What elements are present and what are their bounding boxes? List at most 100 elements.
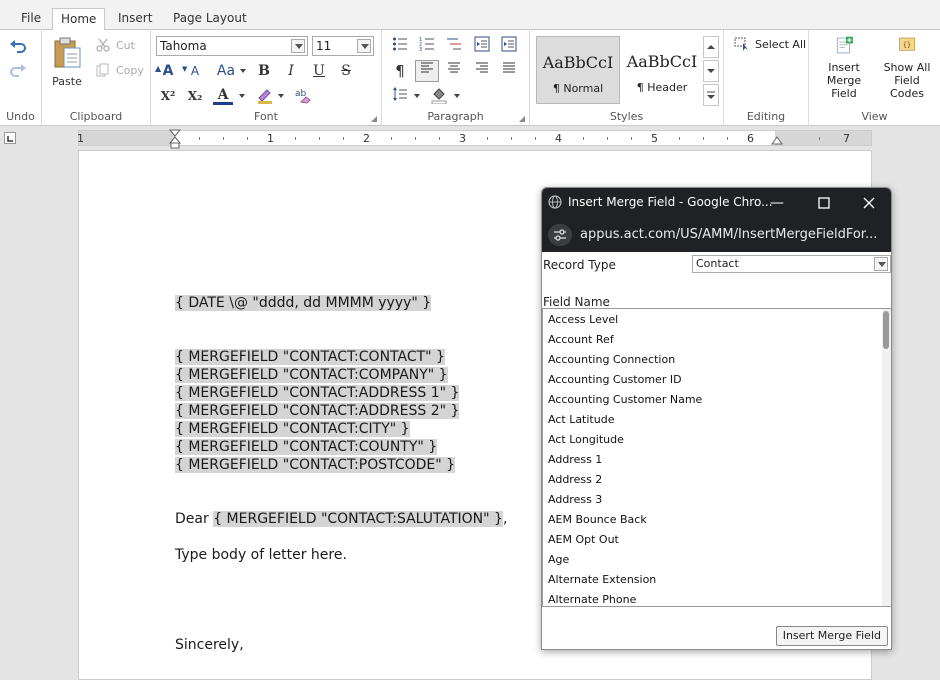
cut-button[interactable]: Cut: [96, 37, 135, 53]
show-formatting-marks-button[interactable]: ¶: [390, 61, 410, 81]
font-dialog-launcher-icon[interactable]: [371, 116, 377, 122]
underline-button[interactable]: U: [309, 61, 329, 81]
tab-insert[interactable]: Insert: [110, 8, 160, 30]
chevron-down-icon[interactable]: [357, 39, 371, 53]
salutation-line[interactable]: Dear { MERGEFIELD "CONTACT:SALUTATION" }…: [175, 511, 507, 527]
multilevel-list-button[interactable]: [444, 36, 464, 56]
list-item[interactable]: Accounting Connection: [548, 353, 675, 366]
shrink-font-button[interactable]: A ▼: [182, 61, 205, 81]
list-item[interactable]: Address 1: [548, 453, 602, 466]
list-item[interactable]: AEM Opt Out: [548, 533, 619, 546]
scissors-icon: [96, 38, 110, 52]
font-color-icon: A: [217, 87, 229, 103]
copy-button[interactable]: Copy: [96, 62, 144, 78]
align-left-button[interactable]: [415, 60, 439, 82]
record-type-select[interactable]: Contact: [692, 255, 891, 273]
font-color-button[interactable]: A: [213, 85, 233, 105]
caret-down-icon[interactable]: [239, 94, 245, 98]
chevron-down-icon[interactable]: [291, 39, 305, 53]
italic-button[interactable]: I: [281, 61, 301, 81]
caret-down-icon[interactable]: [278, 94, 284, 98]
superscript-button[interactable]: X²: [158, 86, 178, 106]
paragraph-dialog-launcher-icon[interactable]: [519, 116, 525, 122]
list-item[interactable]: Address 2: [548, 473, 602, 486]
maximize-button[interactable]: [814, 193, 834, 213]
align-right-button[interactable]: [472, 61, 492, 81]
redo-button[interactable]: [8, 62, 28, 78]
merge-field-county[interactable]: { MERGEFIELD "CONTACT:COUNTY" }: [175, 439, 438, 455]
tab-file[interactable]: File: [13, 8, 49, 30]
merge-field-salutation[interactable]: { MERGEFIELD "CONTACT:SALUTATION" }: [213, 511, 503, 527]
strikethrough-button[interactable]: S: [336, 61, 356, 81]
select-all-button[interactable]: Select All: [734, 36, 806, 52]
change-case-icon: Aa: [216, 63, 236, 79]
list-item[interactable]: Age: [548, 553, 569, 566]
style-header[interactable]: AaBbCcI ¶ Header: [620, 36, 704, 104]
right-indent-marker[interactable]: [771, 135, 783, 145]
show-all-field-codes-button[interactable]: {} Show All Field Codes: [877, 36, 937, 100]
insert-merge-field-submit-button[interactable]: Insert Merge Field: [775, 626, 888, 646]
grow-font-button[interactable]: A ▲: [155, 61, 178, 81]
insert-merge-field-button[interactable]: Insert Merge Field: [813, 36, 875, 100]
tab-stop-selector[interactable]: [4, 132, 16, 144]
align-center-button[interactable]: [444, 61, 464, 81]
minimize-button[interactable]: —: [767, 193, 787, 213]
list-scrollbar[interactable]: [882, 309, 891, 606]
list-item[interactable]: Account Ref: [548, 333, 614, 346]
list-item[interactable]: Alternate Extension: [548, 573, 656, 586]
merge-field-address-2[interactable]: { MERGEFIELD "CONTACT:ADDRESS 2" }: [175, 403, 460, 419]
closing-text[interactable]: Sincerely,: [175, 637, 244, 653]
field-name-list[interactable]: Access Level Account Ref Accounting Conn…: [542, 308, 891, 607]
merge-field-contact[interactable]: { MERGEFIELD "CONTACT:CONTACT" }: [175, 349, 445, 365]
merge-field-city[interactable]: { MERGEFIELD "CONTACT:CITY" }: [175, 421, 410, 437]
list-item[interactable]: Act Longitude: [548, 433, 624, 446]
list-item[interactable]: Accounting Customer Name: [548, 393, 702, 406]
merge-field-postcode[interactable]: { MERGEFIELD "CONTACT:POSTCODE" }: [175, 457, 456, 473]
body-text[interactable]: Type body of letter here.: [175, 547, 347, 563]
font-name-combo[interactable]: Tahoma: [156, 36, 308, 56]
tab-page-layout[interactable]: Page Layout: [165, 8, 255, 30]
style-normal[interactable]: AaBbCcI ¶ Normal: [536, 36, 620, 104]
tab-home[interactable]: Home: [52, 8, 106, 31]
list-item[interactable]: Accounting Customer ID: [548, 373, 682, 386]
shading-button[interactable]: [429, 86, 449, 106]
bold-button[interactable]: B: [254, 61, 274, 81]
styles-scroll-down-button[interactable]: [703, 60, 719, 82]
site-info-button[interactable]: [548, 224, 572, 246]
list-item[interactable]: Act Latitude: [548, 413, 614, 426]
horizontal-ruler[interactable]: 1 1 2 3 4 5 6 7: [77, 129, 872, 149]
line-spacing-button[interactable]: [390, 86, 410, 106]
window-titlebar[interactable]: Insert Merge Field - Google Chro... —: [542, 188, 891, 218]
caret-down-icon[interactable]: [414, 94, 420, 98]
increase-indent-button[interactable]: [499, 36, 519, 56]
paste-button[interactable]: Paste: [50, 34, 84, 90]
date-field[interactable]: { DATE \@ "dddd, dd MMMM yyyy" }: [175, 295, 432, 311]
font-size-combo[interactable]: 11: [312, 36, 374, 56]
change-case-button[interactable]: Aa: [213, 61, 239, 81]
highlight-button[interactable]: [255, 86, 275, 106]
address-bar[interactable]: appus.act.com/US/AMM/InsertMergeFieldFor…: [542, 218, 891, 252]
numbering-button[interactable]: 123: [417, 36, 437, 56]
list-item[interactable]: AEM Bounce Back: [548, 513, 647, 526]
styles-scroll-up-button[interactable]: [703, 36, 719, 58]
ruler-tick: [199, 137, 200, 140]
justify-button[interactable]: [499, 61, 519, 81]
list-item[interactable]: Address 3: [548, 493, 602, 506]
close-button[interactable]: [859, 193, 879, 213]
undo-button[interactable]: [8, 38, 28, 54]
list-item[interactable]: Alternate Phone: [548, 593, 636, 606]
styles-more-button[interactable]: [703, 84, 719, 106]
list-item[interactable]: Access Level: [548, 313, 618, 326]
bullets-button[interactable]: [390, 36, 410, 56]
caret-down-icon[interactable]: [454, 94, 460, 98]
subscript-button[interactable]: X₂: [185, 86, 205, 106]
merge-field-address-1[interactable]: { MERGEFIELD "CONTACT:ADDRESS 1" }: [175, 385, 460, 401]
chevron-down-icon[interactable]: [874, 257, 888, 271]
caret-down-icon[interactable]: [240, 69, 246, 73]
clear-formatting-button[interactable]: ab: [293, 86, 313, 106]
merge-field-company[interactable]: { MERGEFIELD "CONTACT:COMPANY" }: [175, 367, 448, 383]
decrease-indent-button[interactable]: [472, 36, 492, 56]
maximize-icon: [818, 197, 830, 209]
list-scrollbar-thumb[interactable]: [883, 311, 889, 349]
first-line-indent-marker[interactable]: [169, 129, 181, 149]
